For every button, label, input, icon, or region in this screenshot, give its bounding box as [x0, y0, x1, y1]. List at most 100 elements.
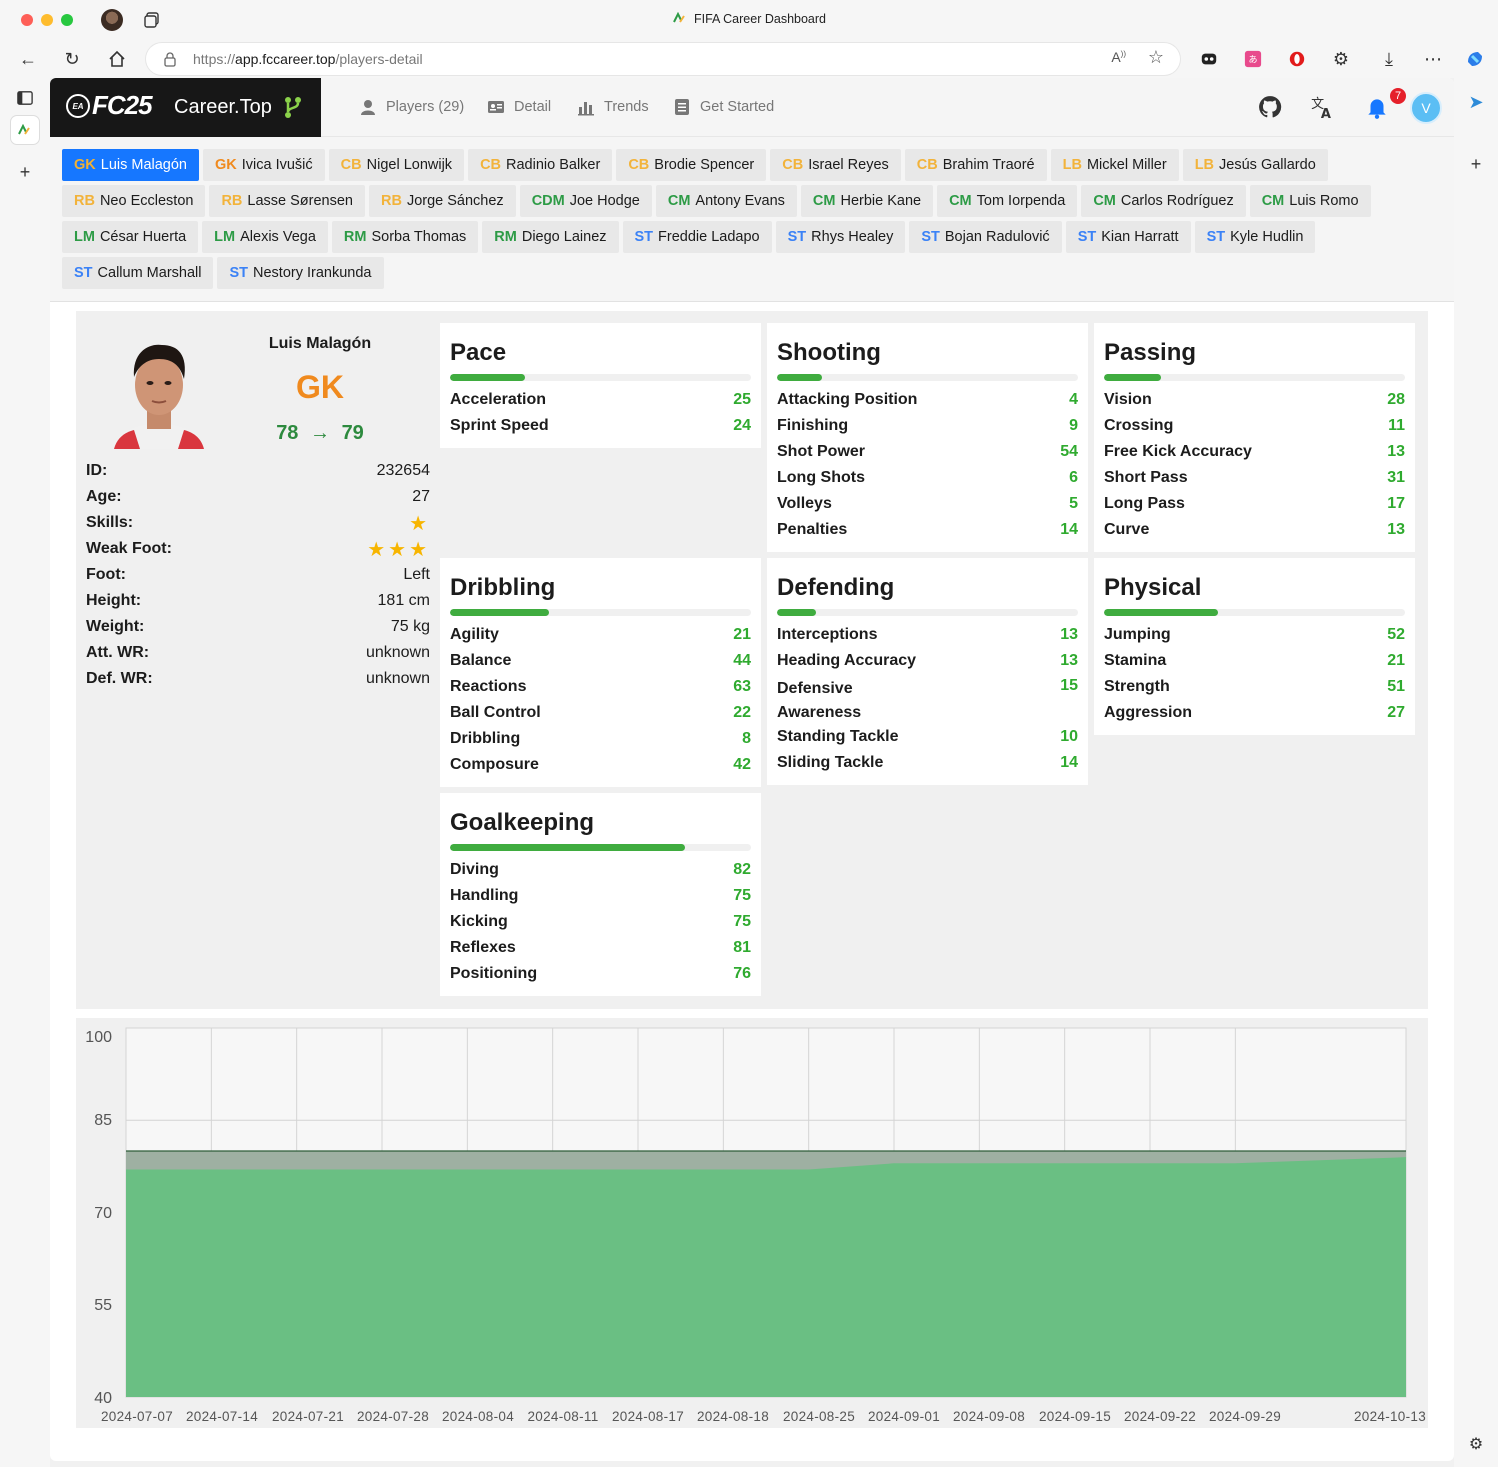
- extensions-puzzle-icon[interactable]: ⚙: [1330, 48, 1352, 70]
- player-chip[interactable]: LB Mickel Miller: [1050, 149, 1179, 181]
- stat-level-bar-fill: [777, 609, 817, 616]
- sidebar-settings-gear-icon[interactable]: ⚙: [1462, 1430, 1490, 1458]
- player-chip[interactable]: ST Callum Marshall: [62, 257, 214, 289]
- favorite-star-icon[interactable]: ☆: [1148, 47, 1164, 68]
- player-chip[interactable]: ST Freddie Ladapo: [622, 221, 772, 253]
- new-tab-plus-icon[interactable]: +: [11, 158, 39, 186]
- address-bar[interactable]: https://app.fccareer.top/players-detail …: [146, 43, 1180, 75]
- player-chip[interactable]: CB Brodie Spencer: [616, 149, 767, 181]
- stat-card-passing: Passing Vision 28 Crossing 11 Free Kick Accur…: [1094, 323, 1415, 552]
- player-chip-name: Luis Malagón: [100, 157, 187, 173]
- x-tick-label: 2024-08-04: [442, 1409, 514, 1424]
- player-chip[interactable]: CM Luis Romo: [1249, 185, 1371, 217]
- stat-row: Interceptions 13: [777, 622, 1078, 648]
- player-chip[interactable]: ST Nestory Irankunda: [217, 257, 384, 289]
- player-chip-position: RB: [221, 193, 243, 209]
- stat-row: Aggression 27: [1104, 700, 1405, 726]
- player-chip[interactable]: CB Israel Reyes: [770, 149, 901, 181]
- player-chip-position: ST: [634, 229, 654, 245]
- player-chip[interactable]: LB Jesús Gallardo: [1182, 149, 1328, 181]
- x-tick-label: 2024-08-18: [697, 1409, 769, 1424]
- nav-detail[interactable]: Detail: [487, 98, 551, 116]
- player-chip-name: Callum Marshall: [97, 265, 202, 281]
- add-sidebar-app-plus-icon[interactable]: +: [1462, 150, 1490, 178]
- copilot-icon[interactable]: [1464, 48, 1486, 70]
- player-chip[interactable]: GK Luis Malagón: [62, 149, 199, 181]
- player-chip[interactable]: GK Ivica Ivušić: [203, 149, 325, 181]
- player-chip[interactable]: CM Herbie Kane: [800, 185, 934, 217]
- player-chip[interactable]: CM Tom Iorpenda: [937, 185, 1078, 217]
- stat-row: Penalties 14: [777, 517, 1078, 543]
- downloads-icon[interactable]: ⤓: [1378, 48, 1400, 70]
- extension-translate-icon[interactable]: あ: [1242, 48, 1264, 70]
- url-text[interactable]: https://app.fccareer.top/players-detail: [193, 51, 423, 67]
- stat-value: 75: [733, 913, 751, 930]
- player-chip-position: CB: [782, 157, 804, 173]
- player-chip[interactable]: RM Diego Lainez: [482, 221, 619, 253]
- profile-info-key: Weight:: [86, 618, 145, 635]
- player-chip[interactable]: CB Nigel Lonwijk: [328, 149, 465, 181]
- read-aloud-icon[interactable]: A)): [1111, 49, 1126, 65]
- nav-get-started[interactable]: Get Started: [673, 98, 774, 116]
- x-tick-label: 2024-08-25: [783, 1409, 855, 1424]
- player-chip-position: ST: [74, 265, 93, 281]
- stat-name: Curve: [1104, 521, 1150, 538]
- github-icon[interactable]: [1257, 94, 1283, 120]
- profile-info-row: Weak Foot: ★★★: [86, 536, 430, 562]
- player-chip[interactable]: CB Brahim Traoré: [904, 149, 1047, 181]
- stat-row: Acceleration 25: [450, 387, 751, 413]
- stat-name: Reactions: [450, 678, 527, 695]
- stat-row: Balance 44: [450, 648, 751, 674]
- player-chip[interactable]: CDM Joe Hodge: [519, 185, 652, 217]
- back-arrow-icon[interactable]: ←: [17, 48, 39, 70]
- player-chip[interactable]: RM Sorba Thomas: [331, 221, 479, 253]
- player-chip[interactable]: CM Carlos Rodríguez: [1081, 185, 1246, 217]
- stat-row: Dribbling 8: [450, 726, 751, 752]
- nav-trends[interactable]: Trends: [577, 98, 649, 116]
- lock-icon[interactable]: [162, 51, 178, 67]
- stat-card-shooting: Shooting Attacking Position 4 Finishing 9 Sho…: [767, 323, 1088, 552]
- notification-bell-icon[interactable]: [1364, 94, 1390, 120]
- active-tab-favicon-icon[interactable]: [11, 116, 39, 144]
- player-chip[interactable]: LM Alexis Vega: [202, 221, 328, 253]
- page-viewport: EA FC25 Career.Top Players (29) Detail T…: [50, 78, 1454, 1461]
- player-chip-name: Israel Reyes: [808, 157, 889, 173]
- player-chip[interactable]: RB Lasse Sørensen: [209, 185, 365, 217]
- player-chip[interactable]: ST Kyle Hudlin: [1194, 221, 1316, 253]
- user-avatar[interactable]: V: [1410, 92, 1442, 124]
- extension-opera-icon[interactable]: [1286, 48, 1308, 70]
- player-chip[interactable]: ST Kian Harratt: [1065, 221, 1191, 253]
- player-chip-name: César Huerta: [99, 229, 187, 245]
- profile-info-row: Att. WR: unknown: [86, 640, 430, 666]
- player-chip[interactable]: ST Rhys Healey: [775, 221, 906, 253]
- player-chip[interactable]: LM César Huerta: [62, 221, 199, 253]
- stat-row: Ball Control 22: [450, 700, 751, 726]
- stat-name: Ball Control: [450, 704, 541, 721]
- stat-value: 44: [733, 652, 751, 669]
- translate-icon[interactable]: 文A: [1309, 94, 1335, 120]
- telegram-icon[interactable]: ➤: [1462, 88, 1490, 116]
- player-chip-list: GK Luis Malagón GK Ivica Ivušić CB Nigel Lonw…: [62, 149, 1442, 289]
- player-chip-name: Luis Romo: [1289, 193, 1359, 209]
- home-icon[interactable]: [106, 48, 128, 70]
- stat-level-bar: [450, 609, 751, 616]
- profile-info-row: ID: 232654: [86, 458, 430, 484]
- stat-row: Finishing 9: [777, 413, 1078, 439]
- player-chip[interactable]: ST Bojan Radulović: [909, 221, 1062, 253]
- extension-game-icon[interactable]: [1198, 48, 1220, 70]
- more-options-icon[interactable]: ⋯: [1422, 48, 1444, 70]
- site-logo[interactable]: EA FC25 Career.Top: [50, 78, 321, 137]
- vertical-tabs-icon[interactable]: [11, 84, 39, 112]
- player-chip[interactable]: CM Antony Evans: [655, 185, 797, 217]
- stat-card-title: Physical: [1104, 574, 1202, 601]
- player-chip[interactable]: RB Neo Eccleston: [62, 185, 206, 217]
- player-chip[interactable]: CB Radinio Balker: [468, 149, 613, 181]
- profile-info-value: 232654: [376, 462, 430, 479]
- window-title-text: FIFA Career Dashboard: [693, 12, 826, 26]
- nav-players[interactable]: Players (29): [359, 98, 464, 116]
- profile-info-key: Weak Foot:: [86, 540, 172, 557]
- stat-value: 76: [733, 965, 751, 982]
- reload-icon[interactable]: ↻: [61, 48, 83, 70]
- stat-name: Heading Accuracy: [777, 652, 917, 669]
- player-chip[interactable]: RB Jorge Sánchez: [369, 185, 516, 217]
